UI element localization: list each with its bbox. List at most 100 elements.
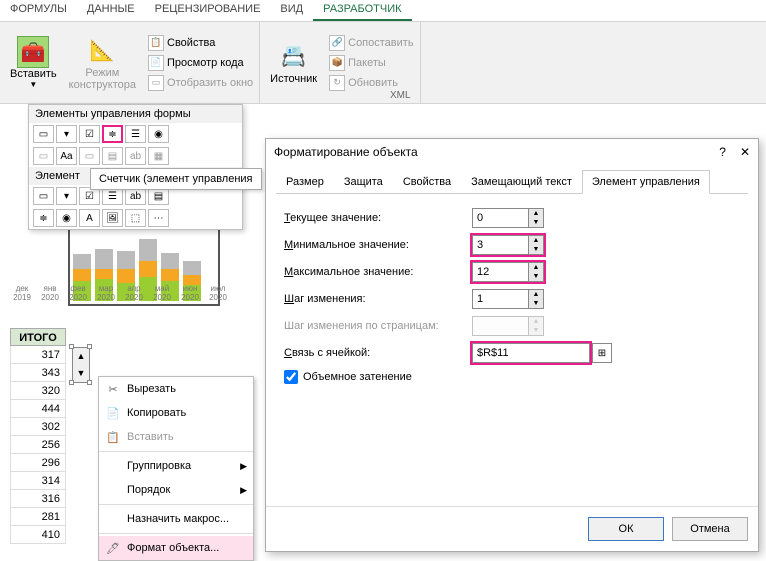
refresh-button[interactable]: ↻Обновить (327, 74, 415, 92)
fc-scroll[interactable]: ▤ (102, 147, 123, 165)
max-value-label: Максимальное значение: (284, 266, 472, 278)
current-value-input[interactable]: ▲▼ (472, 208, 544, 228)
code-icon: 📄 (148, 55, 164, 71)
tab-data[interactable]: ДАННЫЕ (77, 0, 145, 21)
spin-up-icon[interactable]: ▲ (529, 236, 543, 245)
ruler-icon: 📐 (86, 35, 118, 67)
view-code-label: Просмотр кода (167, 57, 244, 69)
shadow-label: Объемное затенение (303, 371, 412, 383)
fc-spinner[interactable]: ≑ (102, 125, 123, 143)
dialog-titlebar: Форматирование объекта ? ✕ (266, 139, 758, 165)
ax-image[interactable]: 🖼 (102, 209, 123, 227)
tab-size[interactable]: Размер (276, 170, 334, 194)
tab-view[interactable]: ВИД (270, 0, 313, 21)
tab-control[interactable]: Элемент управления (582, 170, 710, 194)
cm-paste[interactable]: 📋Вставить (99, 425, 253, 449)
grid-cell[interactable]: 317 (10, 346, 66, 364)
source-label: Источник (270, 73, 317, 85)
dialog-title: Форматирование объекта (274, 145, 418, 159)
ax-button[interactable]: ▭ (33, 187, 54, 205)
tab-formulas[interactable]: ФОРМУЛЫ (0, 0, 77, 21)
grid-cell[interactable]: 320 (10, 382, 66, 400)
spin-down-icon[interactable]: ▼ (529, 218, 543, 227)
grid-cell[interactable]: 410 (10, 526, 66, 544)
tab-alttext[interactable]: Замещающий текст (461, 170, 582, 194)
cm-copy[interactable]: 📄Копировать (99, 401, 253, 425)
source-button[interactable]: 📇 Источник (264, 24, 323, 101)
min-value-input[interactable]: ▲▼ (472, 235, 544, 255)
fc-option[interactable]: ◉ (148, 125, 169, 143)
cm-group-label: Группировка (127, 460, 191, 472)
cut-icon: ✂ (105, 381, 121, 397)
cell-link-input[interactable] (472, 343, 590, 363)
spin-up-icon[interactable]: ▲ (529, 209, 543, 218)
xml-group-label: XML (390, 90, 411, 101)
ax-spin[interactable]: ≑ (33, 209, 54, 227)
cm-cut[interactable]: ✂Вырезать (99, 377, 253, 401)
grid-cell[interactable]: 444 (10, 400, 66, 418)
ax-more[interactable]: ⋯ (148, 209, 169, 227)
grid-cell[interactable]: 316 (10, 490, 66, 508)
ok-button[interactable]: ОК (588, 517, 664, 541)
tab-developer[interactable]: РАЗРАБОТЧИК (313, 0, 411, 21)
close-icon[interactable]: ✕ (740, 145, 750, 159)
tab-properties[interactable]: Свойства (393, 170, 461, 194)
current-value-label: Текущее значение: (284, 212, 472, 224)
ax-toggle[interactable]: ⬚ (125, 209, 146, 227)
map-label: Сопоставить (348, 37, 413, 49)
grid-cell[interactable]: 296 (10, 454, 66, 472)
packs-button[interactable]: 📦Пакеты (327, 54, 415, 72)
fc-frame[interactable]: ▭ (79, 147, 100, 165)
grid-header: ИТОГО (10, 328, 66, 346)
spin-up-icon[interactable]: ▲ (73, 348, 89, 365)
run-dialog-button[interactable]: ▭Отобразить окно (146, 74, 255, 92)
properties-icon: 📋 (148, 35, 164, 51)
spin-down-icon[interactable]: ▼ (529, 245, 543, 254)
fc-text[interactable]: ab (125, 147, 146, 165)
grid-cell[interactable]: 314 (10, 472, 66, 490)
fc-label[interactable]: Aa (56, 147, 77, 165)
cm-macro[interactable]: Назначить макрос... (99, 507, 253, 531)
packs-label: Пакеты (348, 57, 386, 69)
tab-protection[interactable]: Защита (334, 170, 393, 194)
spin-down-icon[interactable]: ▼ (529, 299, 543, 308)
grid-cell[interactable]: 256 (10, 436, 66, 454)
grid-cell[interactable]: 281 (10, 508, 66, 526)
cancel-button[interactable]: Отмена (672, 517, 748, 541)
insert-label: Вставить (10, 68, 57, 80)
ax-option[interactable]: ◉ (56, 209, 77, 227)
range-picker-icon[interactable]: ⊞ (592, 343, 612, 363)
fc-image[interactable]: ▦ (148, 147, 169, 165)
ax-label[interactable]: A (79, 209, 100, 227)
design-mode-button[interactable]: 📐 Режим конструктора (63, 24, 142, 101)
tab-review[interactable]: РЕЦЕНЗИРОВАНИЕ (145, 0, 271, 21)
fc-combo[interactable]: ▾ (56, 125, 77, 143)
toolbox-icon: 🧰 (17, 36, 49, 68)
fc-group[interactable]: ▭ (33, 147, 54, 165)
properties-button[interactable]: 📋Свойства (146, 34, 255, 52)
sheet-spinner-control[interactable]: ▲ ▼ (72, 347, 90, 383)
cm-order[interactable]: Порядок▶ (99, 478, 253, 502)
spin-up-icon[interactable]: ▲ (529, 263, 543, 272)
spin-up-icon[interactable]: ▲ (529, 290, 543, 299)
grid-cell[interactable]: 343 (10, 364, 66, 382)
chevron-down-icon: ▼ (29, 80, 37, 89)
fc-checkbox[interactable]: ☑ (79, 125, 100, 143)
shadow-checkbox[interactable] (284, 370, 298, 384)
max-value-input[interactable]: ▲▼ (472, 262, 544, 282)
cm-format-object[interactable]: 🖊Формат объекта... (99, 536, 253, 560)
properties-label: Свойства (167, 37, 215, 49)
fc-listbox[interactable]: ☰ (125, 125, 146, 143)
view-code-button[interactable]: 📄Просмотр кода (146, 54, 255, 72)
cm-copy-label: Копировать (127, 407, 186, 419)
help-icon[interactable]: ? (719, 145, 726, 159)
axis-labels: дек 2019янв 2020фев 2020мар 2020апр 2020… (10, 284, 230, 302)
step-input[interactable]: ▲▼ (472, 289, 544, 309)
cm-group[interactable]: Группировка▶ (99, 454, 253, 478)
grid-cell[interactable]: 302 (10, 418, 66, 436)
insert-button[interactable]: 🧰 Вставить ▼ (4, 24, 63, 101)
spin-down-icon[interactable]: ▼ (529, 272, 543, 281)
map-button[interactable]: 🔗Сопоставить (327, 34, 415, 52)
fc-button[interactable]: ▭ (33, 125, 54, 143)
ax-combo[interactable]: ▾ (56, 187, 77, 205)
